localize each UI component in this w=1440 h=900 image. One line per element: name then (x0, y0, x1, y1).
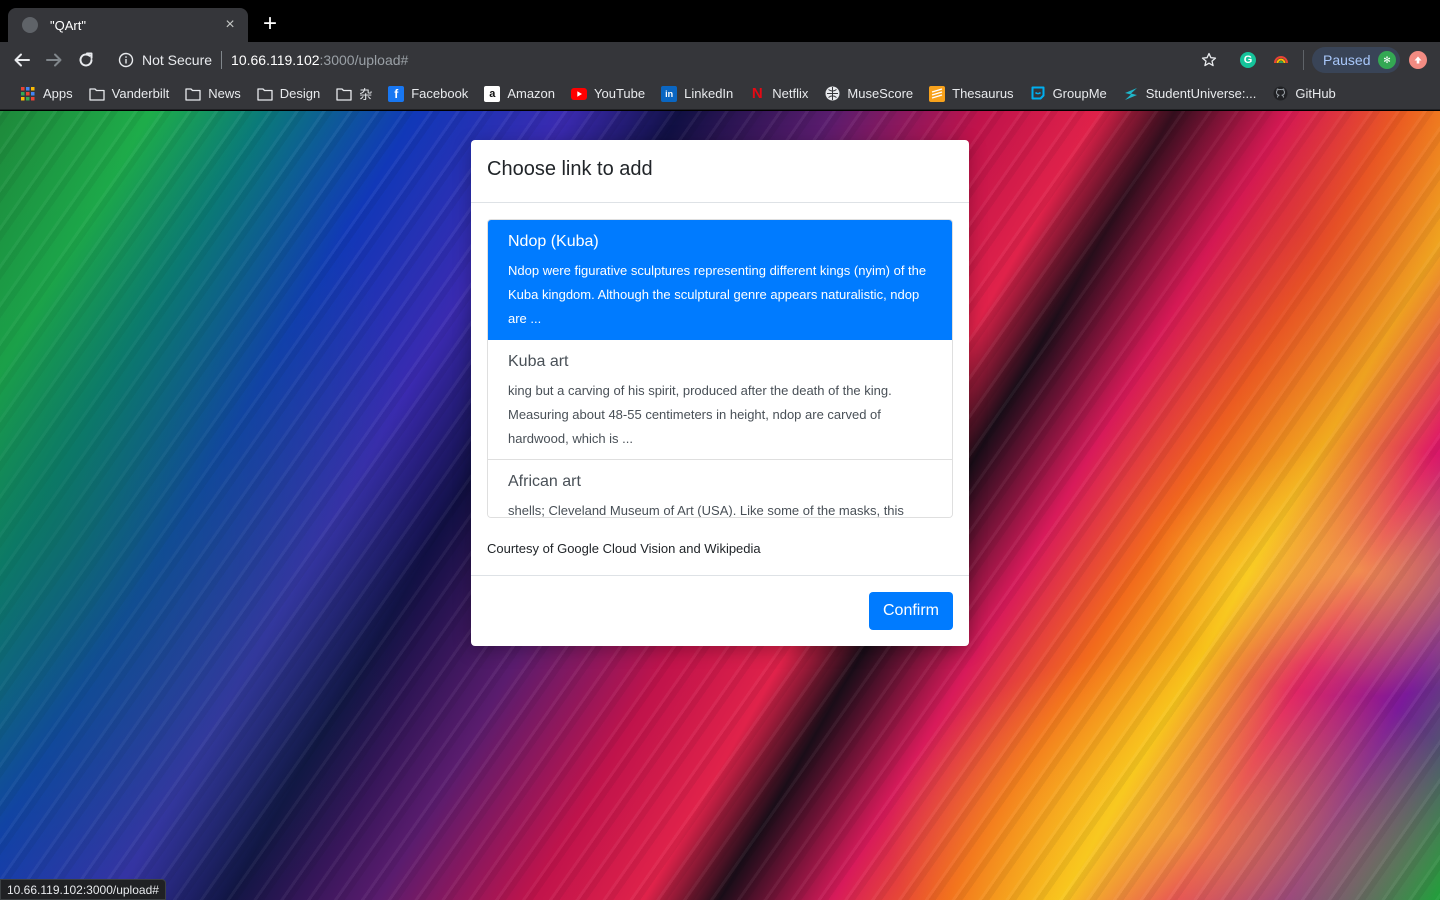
result-item-ndop-kuba[interactable]: Ndop (Kuba) Ndop were figurative sculptu… (488, 220, 952, 340)
grammarly-extension-icon[interactable]: G (1240, 52, 1256, 68)
avatar-icon: ✻ (1378, 51, 1396, 69)
bookmark-star-icon[interactable] (1198, 48, 1220, 72)
reload-button[interactable] (70, 44, 102, 76)
bookmark-groupme[interactable]: GroupMe (1024, 82, 1113, 106)
studentuniverse-icon (1123, 86, 1139, 102)
bookmark-label: StudentUniverse:... (1145, 86, 1257, 101)
result-title: Ndop (Kuba) (508, 233, 599, 250)
musescore-icon (824, 86, 840, 102)
bookmark-youtube[interactable]: YouTube (565, 82, 651, 106)
tab-title: "QArt" (50, 17, 86, 33)
groupme-icon (1030, 86, 1046, 102)
bookmarks-bar: Apps Vanderbilt News Design 杂 f Facebook… (0, 78, 1440, 110)
result-item-african-art[interactable]: African art shells; Cleveland Museum of … (488, 460, 952, 518)
bookmark-label: News (208, 86, 241, 101)
modal-footer: Confirm (471, 575, 969, 646)
amazon-icon: a (484, 85, 501, 102)
bookmark-label: Thesaurus (952, 86, 1014, 101)
bookmark-studentuniverse[interactable]: StudentUniverse:... (1117, 82, 1263, 106)
netflix-icon: N (751, 85, 763, 102)
results-list[interactable]: Ndop (Kuba) Ndop were figurative sculptu… (487, 219, 953, 518)
reload-icon (79, 52, 93, 67)
bookmark-thesaurus[interactable]: Thesaurus (923, 82, 1019, 106)
choose-link-modal: Choose link to add Ndop (Kuba) Ndop were… (471, 140, 969, 646)
bookmark-label: GitHub (1295, 86, 1336, 101)
result-item-kuba-art[interactable]: Kuba art king but a carving of his spiri… (488, 340, 952, 460)
forward-button[interactable] (38, 44, 70, 76)
bookmark-musescore[interactable]: MuseScore (818, 82, 919, 106)
folder-icon (185, 86, 201, 102)
bookmark-folder-design[interactable]: Design (251, 82, 326, 106)
result-title: African art (508, 473, 581, 490)
result-title: Kuba art (508, 353, 569, 370)
bookmark-label: Apps (43, 86, 73, 101)
bookmark-label: Netflix (772, 86, 809, 101)
thesaurus-icon (929, 85, 946, 102)
tab-qart[interactable]: "QArt" × (8, 8, 248, 42)
rainbow-extension-icon[interactable] (1272, 52, 1290, 68)
facebook-icon: f (388, 85, 405, 102)
bookmark-label: Amazon (507, 86, 556, 101)
bookmark-label: LinkedIn (684, 86, 734, 101)
result-snippet: shells; Cleveland Museum of Art (USA). L… (508, 503, 904, 518)
apps-grid-icon (20, 86, 36, 102)
modal-body: Ndop (Kuba) Ndop were figurative sculptu… (471, 203, 969, 572)
back-button[interactable] (6, 44, 38, 76)
bookmark-linkedin[interactable]: in LinkedIn (655, 82, 739, 106)
profile-button[interactable]: Paused ✻ (1312, 47, 1400, 73)
bookmark-label: Vanderbilt (111, 86, 170, 101)
status-bar-url: 10.66.119.102:3000/upload# (0, 879, 166, 900)
bookmark-amazon[interactable]: a Amazon (478, 82, 561, 106)
info-icon[interactable] (118, 52, 134, 68)
tab-strip: "QArt" × + (0, 0, 1440, 42)
linkedin-icon: in (661, 85, 678, 102)
folder-icon (88, 86, 105, 102)
folder-icon (257, 86, 273, 102)
modal-header: Choose link to add (471, 140, 969, 203)
bookmark-folder-misc[interactable]: 杂 (330, 82, 378, 106)
result-snippet: Ndop were figurative sculptures represen… (508, 263, 927, 326)
arrow-left-icon (14, 53, 30, 67)
globe-icon (22, 17, 38, 33)
url-path: :3000/upload# (319, 52, 409, 68)
youtube-icon (571, 86, 588, 102)
bookmark-label: Design (279, 86, 321, 101)
arrow-right-icon (46, 53, 62, 67)
folder-icon (336, 86, 352, 102)
bookmark-apps[interactable]: Apps (14, 82, 79, 106)
new-tab-button[interactable]: + (258, 12, 282, 36)
security-label[interactable]: Not Secure (142, 52, 212, 68)
address-bar[interactable]: Not Secure 10.66.119.102:3000/upload# (106, 45, 1230, 75)
url-host: 10.66.119.102 (231, 52, 320, 68)
update-icon[interactable] (1409, 51, 1427, 69)
confirm-button[interactable]: Confirm (869, 592, 953, 630)
modal-title: Choose link to add (487, 158, 653, 180)
bookmark-facebook[interactable]: f Facebook (382, 82, 474, 106)
close-icon[interactable]: × (222, 16, 238, 34)
result-snippet: king but a carving of his spirit, produc… (508, 383, 892, 446)
bookmark-folder-news[interactable]: News (179, 82, 247, 106)
bookmark-github[interactable]: GitHub (1266, 82, 1341, 106)
toolbar-divider (1303, 50, 1304, 70)
bookmark-folder-vanderbilt[interactable]: Vanderbilt (83, 82, 176, 106)
bookmark-netflix[interactable]: N Netflix (743, 82, 814, 106)
bookmark-label: MuseScore (847, 86, 914, 101)
attribution-text: Courtesy of Google Cloud Vision and Wiki… (487, 541, 761, 556)
bookmark-label: 杂 (359, 87, 373, 102)
github-icon (1272, 86, 1288, 102)
bookmark-label: Facebook (411, 86, 469, 101)
profile-status-label: Paused (1323, 52, 1371, 68)
bookmark-label: YouTube (594, 86, 646, 101)
bookmark-label: GroupMe (1052, 86, 1107, 101)
address-separator (221, 51, 223, 69)
